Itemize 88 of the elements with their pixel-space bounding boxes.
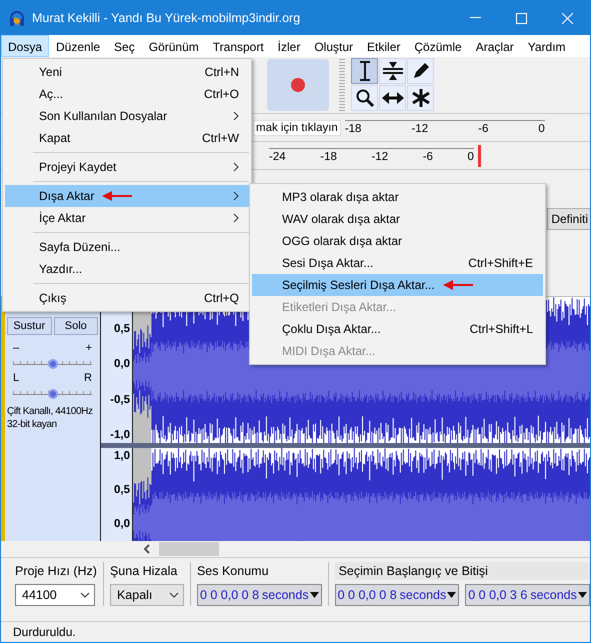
menu-item[interactable]: WAV olarak dışa aktar [252,208,543,230]
slider-label: R [84,373,92,384]
menu-item[interactable]: Oluştur [307,35,360,57]
meter-tick: -6 [422,151,433,163]
record-button[interactable] [267,59,329,111]
menu-item[interactable]: Seçilmiş Sesleri Dışa Aktar... [252,274,543,296]
amplitude-label: -1,0 [110,428,130,441]
minimize-icon [470,17,480,19]
track-info: Çift Kanallı, 44100Hz [7,405,94,418]
menu-item[interactable]: Etkiler [360,35,408,57]
meter-hint: mak için tıklayın [253,120,341,136]
chevron-down-icon [80,592,90,598]
tool-button[interactable] [351,58,378,84]
meter-tick: 0 [468,151,474,163]
solo-button[interactable]: Solo [54,317,98,335]
time-field[interactable]: 0 0 0,0 3 6 seconds [465,584,590,606]
time-field[interactable]: 0 0 0,0 0 8 seconds [196,584,322,606]
mute-button[interactable]: Sustur [7,317,52,335]
close-icon [562,12,572,24]
chevron-right-icon [233,111,239,121]
dropdown-arrow-icon [447,592,456,598]
menu-item[interactable]: İçe Aktar [5,207,249,229]
amplitude-label: -0,5 [110,394,130,406]
maximize-icon [516,12,526,24]
track-info: 32-bit kayan [7,418,58,431]
asterisk-icon [410,88,430,108]
scrollbar-thumb[interactable] [159,542,219,556]
chevron-right-icon [233,213,239,223]
window-title: Murat Kekilli - Yandı Bu Yürek-mobilmp3indir.org [32,11,302,25]
field-label: Ses Konumu [196,563,270,580]
chevron-right-icon [233,162,239,172]
definition-button[interactable]: Definiti [547,208,590,230]
meter-tick: -6 [478,123,488,135]
amplitude-label: 0,5 [114,484,130,496]
dropdown-arrow-icon [310,592,319,598]
menu-item[interactable]: Seç [107,35,142,57]
meter-tick: -18 [344,123,362,135]
menu-item[interactable]: MP3 olarak dışa aktar [252,186,543,208]
meter-tick: -18 [320,151,337,163]
meter-tick: -24 [269,151,286,163]
rate-dropdown[interactable]: 44100 [15,584,95,606]
slider-label: – [13,343,20,354]
slider-thumb[interactable] [48,389,58,399]
text-cursor-icon [358,61,372,81]
field-label: Seçimin Başlangıç ve Bitişi [334,562,590,580]
menu-item[interactable]: Araçlar [468,35,521,57]
menu-item[interactable]: Sesi Dışa Aktar... Ctrl+Shift+E [252,252,543,274]
menu-item[interactable]: OGG olarak dışa aktar [252,230,543,252]
amplitude-label: 1,0 [114,450,130,462]
menu-item[interactable]: Transport [206,35,271,57]
slider-label: L [13,373,20,384]
menu-item[interactable]: Yazdır... [5,258,249,280]
amplitude-label: 0,0 [114,358,130,370]
menu-item[interactable]: Yeni Ctrl+N [5,61,249,83]
amplitude-label: 0,5 [114,323,130,335]
menu-item[interactable]: İzler [270,35,308,57]
scroll-left-icon[interactable] [143,544,151,554]
meter-tick: 0 [538,123,545,135]
arrow-left-icon [102,191,132,201]
field-label: Proje Hızı (Hz) [15,563,97,580]
menu-item[interactable]: Sayfa Düzeni... [5,236,249,258]
chevron-right-icon [233,191,239,201]
record-icon [290,77,306,93]
meter-tick: -12 [371,151,388,163]
menu-item[interactable]: Dışa Aktar [5,185,249,207]
slider-label: + [86,343,92,354]
magnifier-icon [354,88,374,108]
amplitude-label: 0,0 [114,518,130,530]
menu-item[interactable]: Çözümle [407,35,469,57]
headphones-icon [8,9,26,27]
menu-item[interactable]: Düzenle [49,35,108,57]
menu-item[interactable]: Çoklu Dışa Aktar... Ctrl+Shift+L [252,318,543,340]
menu-item[interactable]: Yardım [520,35,573,57]
clip-indicator [478,144,481,166]
arrow-left-icon [442,280,473,290]
double-arrow-icon [382,91,404,105]
menu-item[interactable]: Çıkış Ctrl+Q [5,287,249,309]
envelope-icon [382,61,404,81]
menu-item[interactable]: Görünüm [142,35,206,57]
chevron-down-icon [168,592,179,598]
dropdown-arrow-icon [578,592,587,598]
menu-item[interactable]: Dosya [1,35,50,57]
menu-item[interactable]: Aç... Ctrl+O [5,83,249,105]
snap-dropdown[interactable]: Kapalı [110,584,184,606]
slider-thumb[interactable] [48,359,58,369]
time-field[interactable]: 0 0 0,0 0 8 seconds [334,584,460,606]
field-label: Şuna Hizala [110,563,178,580]
meter-tick: -12 [411,123,428,135]
